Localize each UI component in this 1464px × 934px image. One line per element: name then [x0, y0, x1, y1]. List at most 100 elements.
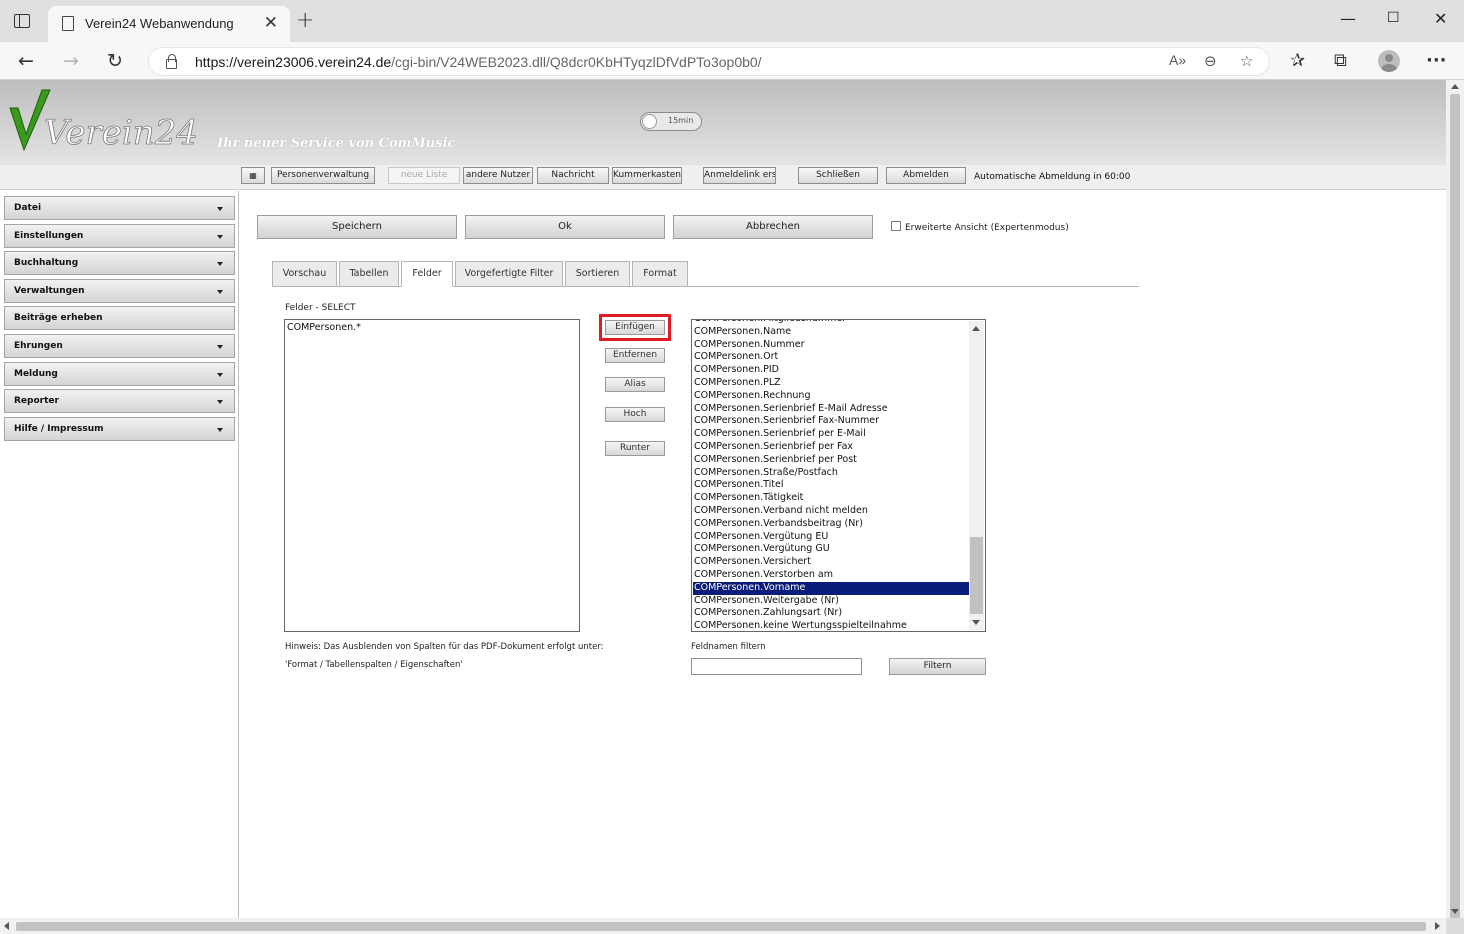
list-item[interactable]: COMPersonen.Versichert [693, 556, 969, 569]
cancel-button[interactable]: Abbrechen [673, 215, 873, 239]
sidebar-item-ehrungen[interactable]: Ehrungen [4, 334, 235, 358]
lock-icon[interactable] [165, 54, 177, 69]
scroll-right-icon[interactable] [1435, 922, 1440, 930]
ok-button[interactable]: Ok [465, 215, 665, 239]
anmeldelink-button[interactable]: Anmeldelink erst [703, 167, 776, 184]
list-item[interactable]: COMPersonen.Vergütung GU [693, 543, 969, 556]
sidebar-item-meldung[interactable]: Meldung [4, 362, 235, 386]
menu-toggle-button[interactable]: ▦ [241, 167, 265, 184]
list-item[interactable]: COMPersonen.Verbandsbeitrag (Nr) [693, 518, 969, 531]
expert-mode-label: Erweiterte Ansicht (Expertenmodus) [905, 223, 1069, 233]
list-item[interactable]: COMPersonen.Serienbrief per Fax [693, 441, 969, 454]
profile-avatar[interactable] [1378, 50, 1400, 72]
list-item[interactable]: COMPersonen.Ort [693, 351, 969, 364]
list-item[interactable]: COMPersonen.keine Wertungsspielteilnahme [693, 620, 969, 631]
list-item[interactable]: COMPersonen.Titel [693, 479, 969, 492]
scroll-up-icon[interactable] [1451, 84, 1459, 89]
favorites-icon[interactable]: ✰ [1290, 50, 1305, 71]
page-horizontal-scrollbar[interactable] [0, 918, 1446, 934]
window-close-icon[interactable]: ✕ [1434, 9, 1447, 28]
kummerkasten-button[interactable]: Kummerkasten [612, 167, 682, 184]
chevron-down-icon [217, 262, 223, 266]
sidebar-item-buchhaltung[interactable]: Buchhaltung [4, 251, 235, 275]
list-item[interactable]: COMPersonen.Serienbrief per E-Mail [693, 428, 969, 441]
scroll-thumb[interactable] [16, 922, 1426, 931]
filter-input[interactable] [691, 658, 862, 675]
scroll-down-icon[interactable] [1451, 909, 1459, 914]
minimize-icon[interactable]: — [1340, 9, 1356, 28]
list-item[interactable]: COMPersonen.Verstorben am [693, 569, 969, 582]
back-icon[interactable]: ← [18, 50, 34, 72]
more-icon[interactable]: ··· [1426, 50, 1447, 71]
sidebar-item-hilfe[interactable]: Hilfe / Impressum [4, 417, 235, 441]
list-item[interactable]: COMPersonen.Name [693, 326, 969, 339]
up-button[interactable]: Hoch [605, 407, 665, 422]
url-text: https://verein23006.verein24.de/cgi-bin/… [195, 54, 762, 70]
list-item[interactable]: COMPersonen.Vergütung EU [693, 531, 969, 544]
maximize-icon[interactable]: ☐ [1387, 10, 1400, 26]
list-item[interactable]: COMPersonen.Verband nicht melden [693, 505, 969, 518]
abmelden-button[interactable]: Abmelden [886, 167, 966, 184]
personenverwaltung-button[interactable]: Personenverwaltung [271, 167, 375, 184]
read-aloud-icon[interactable]: A» [1169, 52, 1186, 68]
url-bar[interactable]: https://verein23006.verein24.de/cgi-bin/… [148, 47, 1270, 76]
sidebar-item-beitraege[interactable]: Beiträge erheben [4, 306, 235, 330]
browser-tab[interactable]: Verein24 Webanwendung ✕ [48, 6, 290, 42]
sidebar-item-verwaltungen[interactable]: Verwaltungen [4, 279, 235, 303]
list-item[interactable]: COMPersonen.Weitergabe (Nr) [693, 595, 969, 608]
tab-vorschau[interactable]: Vorschau [272, 261, 337, 287]
list-item[interactable]: COMPersonen.Rechnung [693, 390, 969, 403]
down-button[interactable]: Runter [605, 441, 665, 456]
selected-fields-list[interactable]: COMPersonen.* [284, 319, 580, 632]
tab-vorgefertigte-filter[interactable]: Vorgefertigte Filter [455, 261, 563, 287]
new-tab-icon[interactable]: + [296, 8, 314, 33]
tab-actions-icon[interactable] [14, 14, 30, 28]
list-item[interactable]: COMPersonen.PLZ [693, 377, 969, 390]
schliessen-button[interactable]: Schließen [798, 167, 878, 184]
list-item[interactable]: COMPersonen.Mitgliedsnummer [693, 320, 969, 326]
scroll-left-icon[interactable] [4, 922, 9, 930]
tab-tabellen[interactable]: Tabellen [339, 261, 399, 287]
tab-sortieren[interactable]: Sortieren [565, 261, 630, 287]
forward-icon[interactable]: → [63, 50, 79, 72]
add-favorite-icon[interactable]: ☆ [1240, 52, 1253, 70]
list-item[interactable]: COMPersonen.Serienbrief Fax-Nummer [693, 415, 969, 428]
scroll-down-icon[interactable] [972, 620, 980, 625]
list-item[interactable]: COMPersonen.Nummer [693, 339, 969, 352]
list-item[interactable]: COMPersonen.Serienbrief per Post [693, 454, 969, 467]
filter-label: Feldnamen filtern [691, 642, 766, 652]
tab-close-icon[interactable]: ✕ [264, 13, 278, 33]
filter-button[interactable]: Filtern [889, 658, 986, 675]
neue-liste-button[interactable]: neue Liste [388, 167, 460, 184]
page-vertical-scrollbar[interactable] [1446, 80, 1464, 924]
alias-button[interactable]: Alias [605, 377, 665, 392]
tab-title: Verein24 Webanwendung [85, 16, 234, 31]
tab-felder[interactable]: Felder [401, 261, 453, 287]
list-item[interactable]: COMPersonen.Vorname [693, 581, 969, 595]
expert-mode-checkbox[interactable] [891, 221, 901, 231]
list-scrollbar[interactable] [969, 321, 984, 630]
andere-nutzer-button[interactable]: andere Nutzer [463, 167, 533, 184]
list-item[interactable]: COMPersonen.Straße/Postfach [693, 467, 969, 480]
sidebar-item-datei[interactable]: Datei [4, 196, 235, 220]
expert-mode-option[interactable]: Erweiterte Ansicht (Expertenmodus) [891, 221, 1069, 233]
list-item[interactable]: COMPersonen.Tätigkeit [693, 492, 969, 505]
list-item[interactable]: COMPersonen.* [287, 322, 361, 333]
scroll-thumb[interactable] [970, 537, 983, 614]
collections-icon[interactable]: ⧉ [1334, 50, 1347, 71]
zoom-out-icon[interactable]: ⊖ [1204, 52, 1217, 70]
available-fields-list[interactable]: COMPersonen.MitgliedsnummerCOMPersonen.N… [691, 319, 986, 632]
scroll-thumb[interactable] [1450, 94, 1460, 924]
list-item[interactable]: COMPersonen.Serienbrief E-Mail Adresse [693, 403, 969, 416]
list-item[interactable]: COMPersonen.Zahlungsart (Nr) [693, 607, 969, 620]
sidebar-item-reporter[interactable]: Reporter [4, 389, 235, 413]
scroll-up-icon[interactable] [972, 326, 980, 331]
sidebar-item-einstellungen[interactable]: Einstellungen [4, 224, 235, 248]
remove-button[interactable]: Entfernen [605, 348, 665, 363]
save-button[interactable]: Speichern [257, 215, 457, 239]
list-item[interactable]: COMPersonen.PID [693, 364, 969, 377]
nachricht-button[interactable]: Nachricht [537, 167, 609, 184]
session-timer-toggle[interactable]: 15min [640, 112, 702, 131]
reload-icon[interactable]: ↻ [107, 50, 123, 72]
tab-format[interactable]: Format [632, 261, 688, 287]
